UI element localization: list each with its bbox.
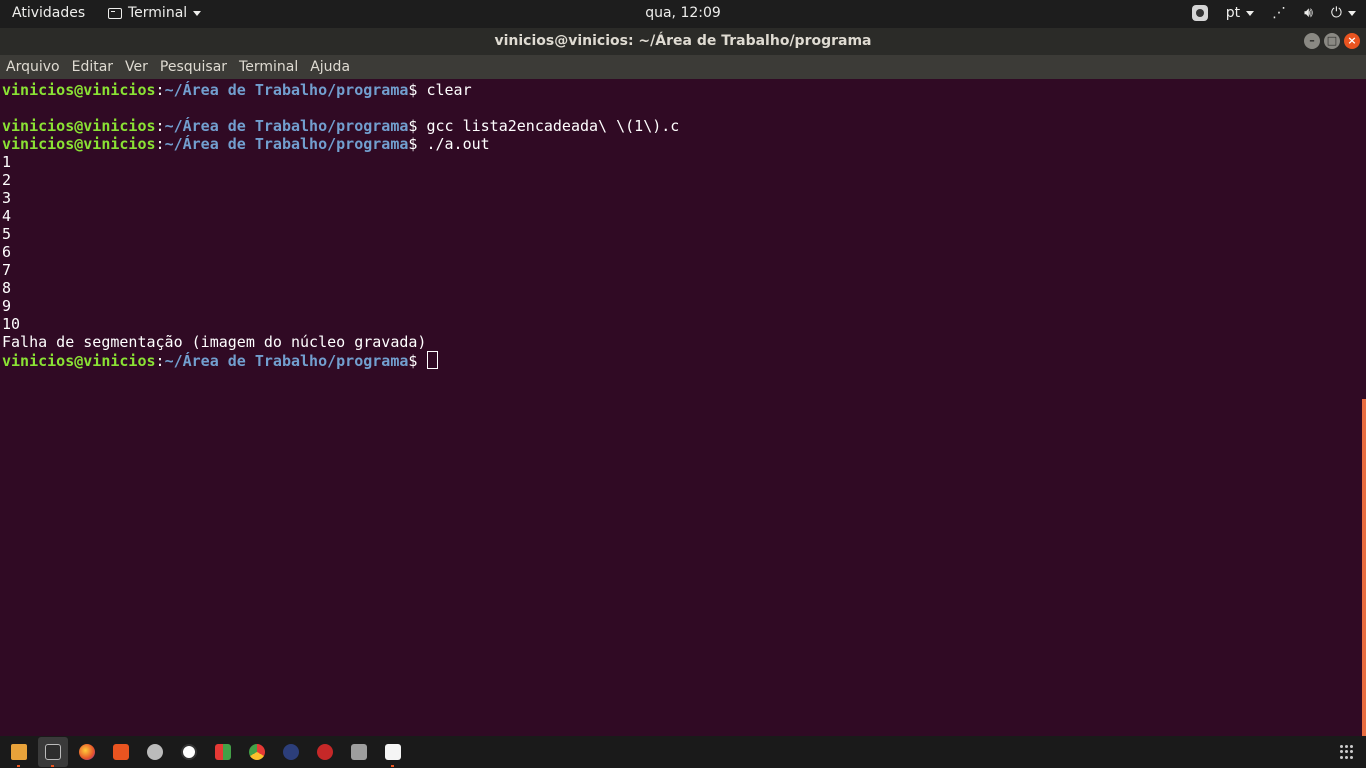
terminal-prompt-line: vinicios@vinicios:~/Área de Trabalho/pro… (2, 135, 490, 153)
window-controls: – □ × (1304, 33, 1360, 49)
prompt-user: vinicios@vinicios (2, 81, 156, 99)
dock-android-studio[interactable] (174, 737, 204, 767)
eclipse-icon (283, 744, 299, 760)
prompt-path: ~/Área de Trabalho/programa (164, 81, 409, 99)
dock-chrome[interactable] (242, 737, 272, 767)
dock-eclipse[interactable] (276, 737, 306, 767)
chrome-icon (249, 744, 265, 760)
firefox-icon (79, 744, 95, 760)
output-line: 6 (2, 243, 12, 261)
files-icon (11, 744, 27, 760)
running-indicator (391, 765, 394, 767)
command-text: gcc lista2encadeada\ \(1\).c (426, 117, 680, 135)
menu-ver[interactable]: Ver (119, 55, 154, 79)
language-label: pt (1225, 5, 1241, 21)
terminal-prompt-line: vinicios@vinicios:~/Área de Trabalho/pro… (2, 117, 680, 135)
prompt-user: vinicios@vinicios (2, 352, 156, 370)
window-titlebar[interactable]: vinicios@vinicios: ~/Área de Trabalho/pr… (0, 28, 1366, 55)
dock-text-editor[interactable] (378, 737, 408, 767)
system-tray: pt ⋰ 🔊︎ ⏻ (1191, 4, 1356, 22)
output-line: 1 (2, 153, 12, 171)
dock (0, 736, 1366, 768)
prompt-symbol: $ (408, 117, 418, 135)
chevron-down-icon (193, 10, 202, 16)
clock[interactable]: qua, 12:09 (0, 5, 1366, 21)
command-text: ./a.out (426, 135, 490, 153)
volume-icon[interactable]: 🔊︎ (1304, 4, 1313, 22)
prompt-user: vinicios@vinicios (2, 117, 156, 135)
dock-blocks[interactable] (208, 737, 238, 767)
dock-files[interactable] (4, 737, 34, 767)
close-button[interactable]: × (1344, 33, 1360, 49)
output-line: 8 (2, 279, 12, 297)
blocks-icon (215, 744, 231, 760)
dock-software-store[interactable] (106, 737, 136, 767)
menu-arquivo[interactable]: Arquivo (0, 55, 66, 79)
chevron-down-icon (1348, 10, 1356, 16)
output-line: 3 (2, 189, 12, 207)
chevron-down-icon (1246, 10, 1255, 16)
maximize-button[interactable]: □ (1324, 33, 1340, 49)
menu-pesquisar[interactable]: Pesquisar (154, 55, 233, 79)
software-store-icon (113, 744, 129, 760)
terminal-view[interactable]: vinicios@vinicios:~/Área de Trabalho/pro… (0, 79, 1366, 736)
menu-ajuda[interactable]: Ajuda (304, 55, 356, 79)
settings-icon (147, 744, 163, 760)
prompt-symbol: $ (408, 135, 418, 153)
prompt-symbol: $ (408, 81, 418, 99)
network-icon[interactable]: ⋰ (1272, 4, 1286, 22)
menu-bar: Arquivo Editar Ver Pesquisar Terminal Aj… (0, 55, 1366, 79)
minimize-button[interactable]: – (1304, 33, 1320, 49)
prompt-user: vinicios@vinicios (2, 135, 156, 153)
scrollbar[interactable] (1362, 399, 1366, 736)
output-line: 4 (2, 207, 12, 225)
show-applications-icon[interactable] (1340, 745, 1354, 759)
app-menu-button[interactable]: Terminal (108, 5, 202, 21)
language-selector[interactable]: pt (1225, 5, 1255, 21)
tray-app-icon[interactable] (1191, 5, 1208, 21)
window-title: vinicios@vinicios: ~/Área de Trabalho/pr… (494, 33, 872, 49)
activities-button[interactable]: Atividades (12, 5, 85, 21)
running-indicator (51, 765, 54, 767)
running-indicator (17, 765, 20, 767)
system-monitor-icon (351, 744, 367, 760)
dock-settings[interactable] (140, 737, 170, 767)
power-icon: ⏻ (1330, 5, 1342, 21)
prompt-path: ~/Área de Trabalho/programa (164, 117, 409, 135)
prompt-symbol: $ (408, 352, 418, 370)
error-line: Falha de segmentação (imagem do núcleo g… (2, 333, 427, 351)
top-bar: Atividades Terminal qua, 12:09 pt ⋰ 🔊︎ ⏻ (0, 0, 1366, 28)
dock-system-monitor[interactable] (344, 737, 374, 767)
prompt-path: ~/Área de Trabalho/programa (164, 135, 409, 153)
output-line: 9 (2, 297, 12, 315)
power-menu[interactable]: ⏻ (1331, 4, 1356, 22)
terminal-icon (108, 7, 122, 19)
terminal-prompt-line: vinicios@vinicios:~/Área de Trabalho/pro… (2, 351, 679, 370)
output-line: 10 (2, 315, 21, 333)
command-text: clear (426, 81, 472, 99)
text-editor-icon (385, 744, 401, 760)
dock-firefox[interactable] (72, 737, 102, 767)
dock-terminal[interactable] (38, 737, 68, 767)
prompt-path: ~/Área de Trabalho/programa (164, 352, 409, 370)
output-line: 5 (2, 225, 12, 243)
dock-ruby[interactable] (310, 737, 340, 767)
output-line: 2 (2, 171, 12, 189)
ruby-icon (317, 744, 333, 760)
android-studio-icon (181, 744, 197, 760)
menu-editar[interactable]: Editar (66, 55, 119, 79)
output-line: 7 (2, 261, 12, 279)
terminal-prompt-line: vinicios@vinicios:~/Área de Trabalho/pro… (2, 81, 472, 99)
terminal-icon (45, 744, 61, 760)
text-cursor (427, 351, 439, 369)
menu-terminal[interactable]: Terminal (233, 55, 304, 79)
app-menu-label: Terminal (128, 5, 188, 21)
